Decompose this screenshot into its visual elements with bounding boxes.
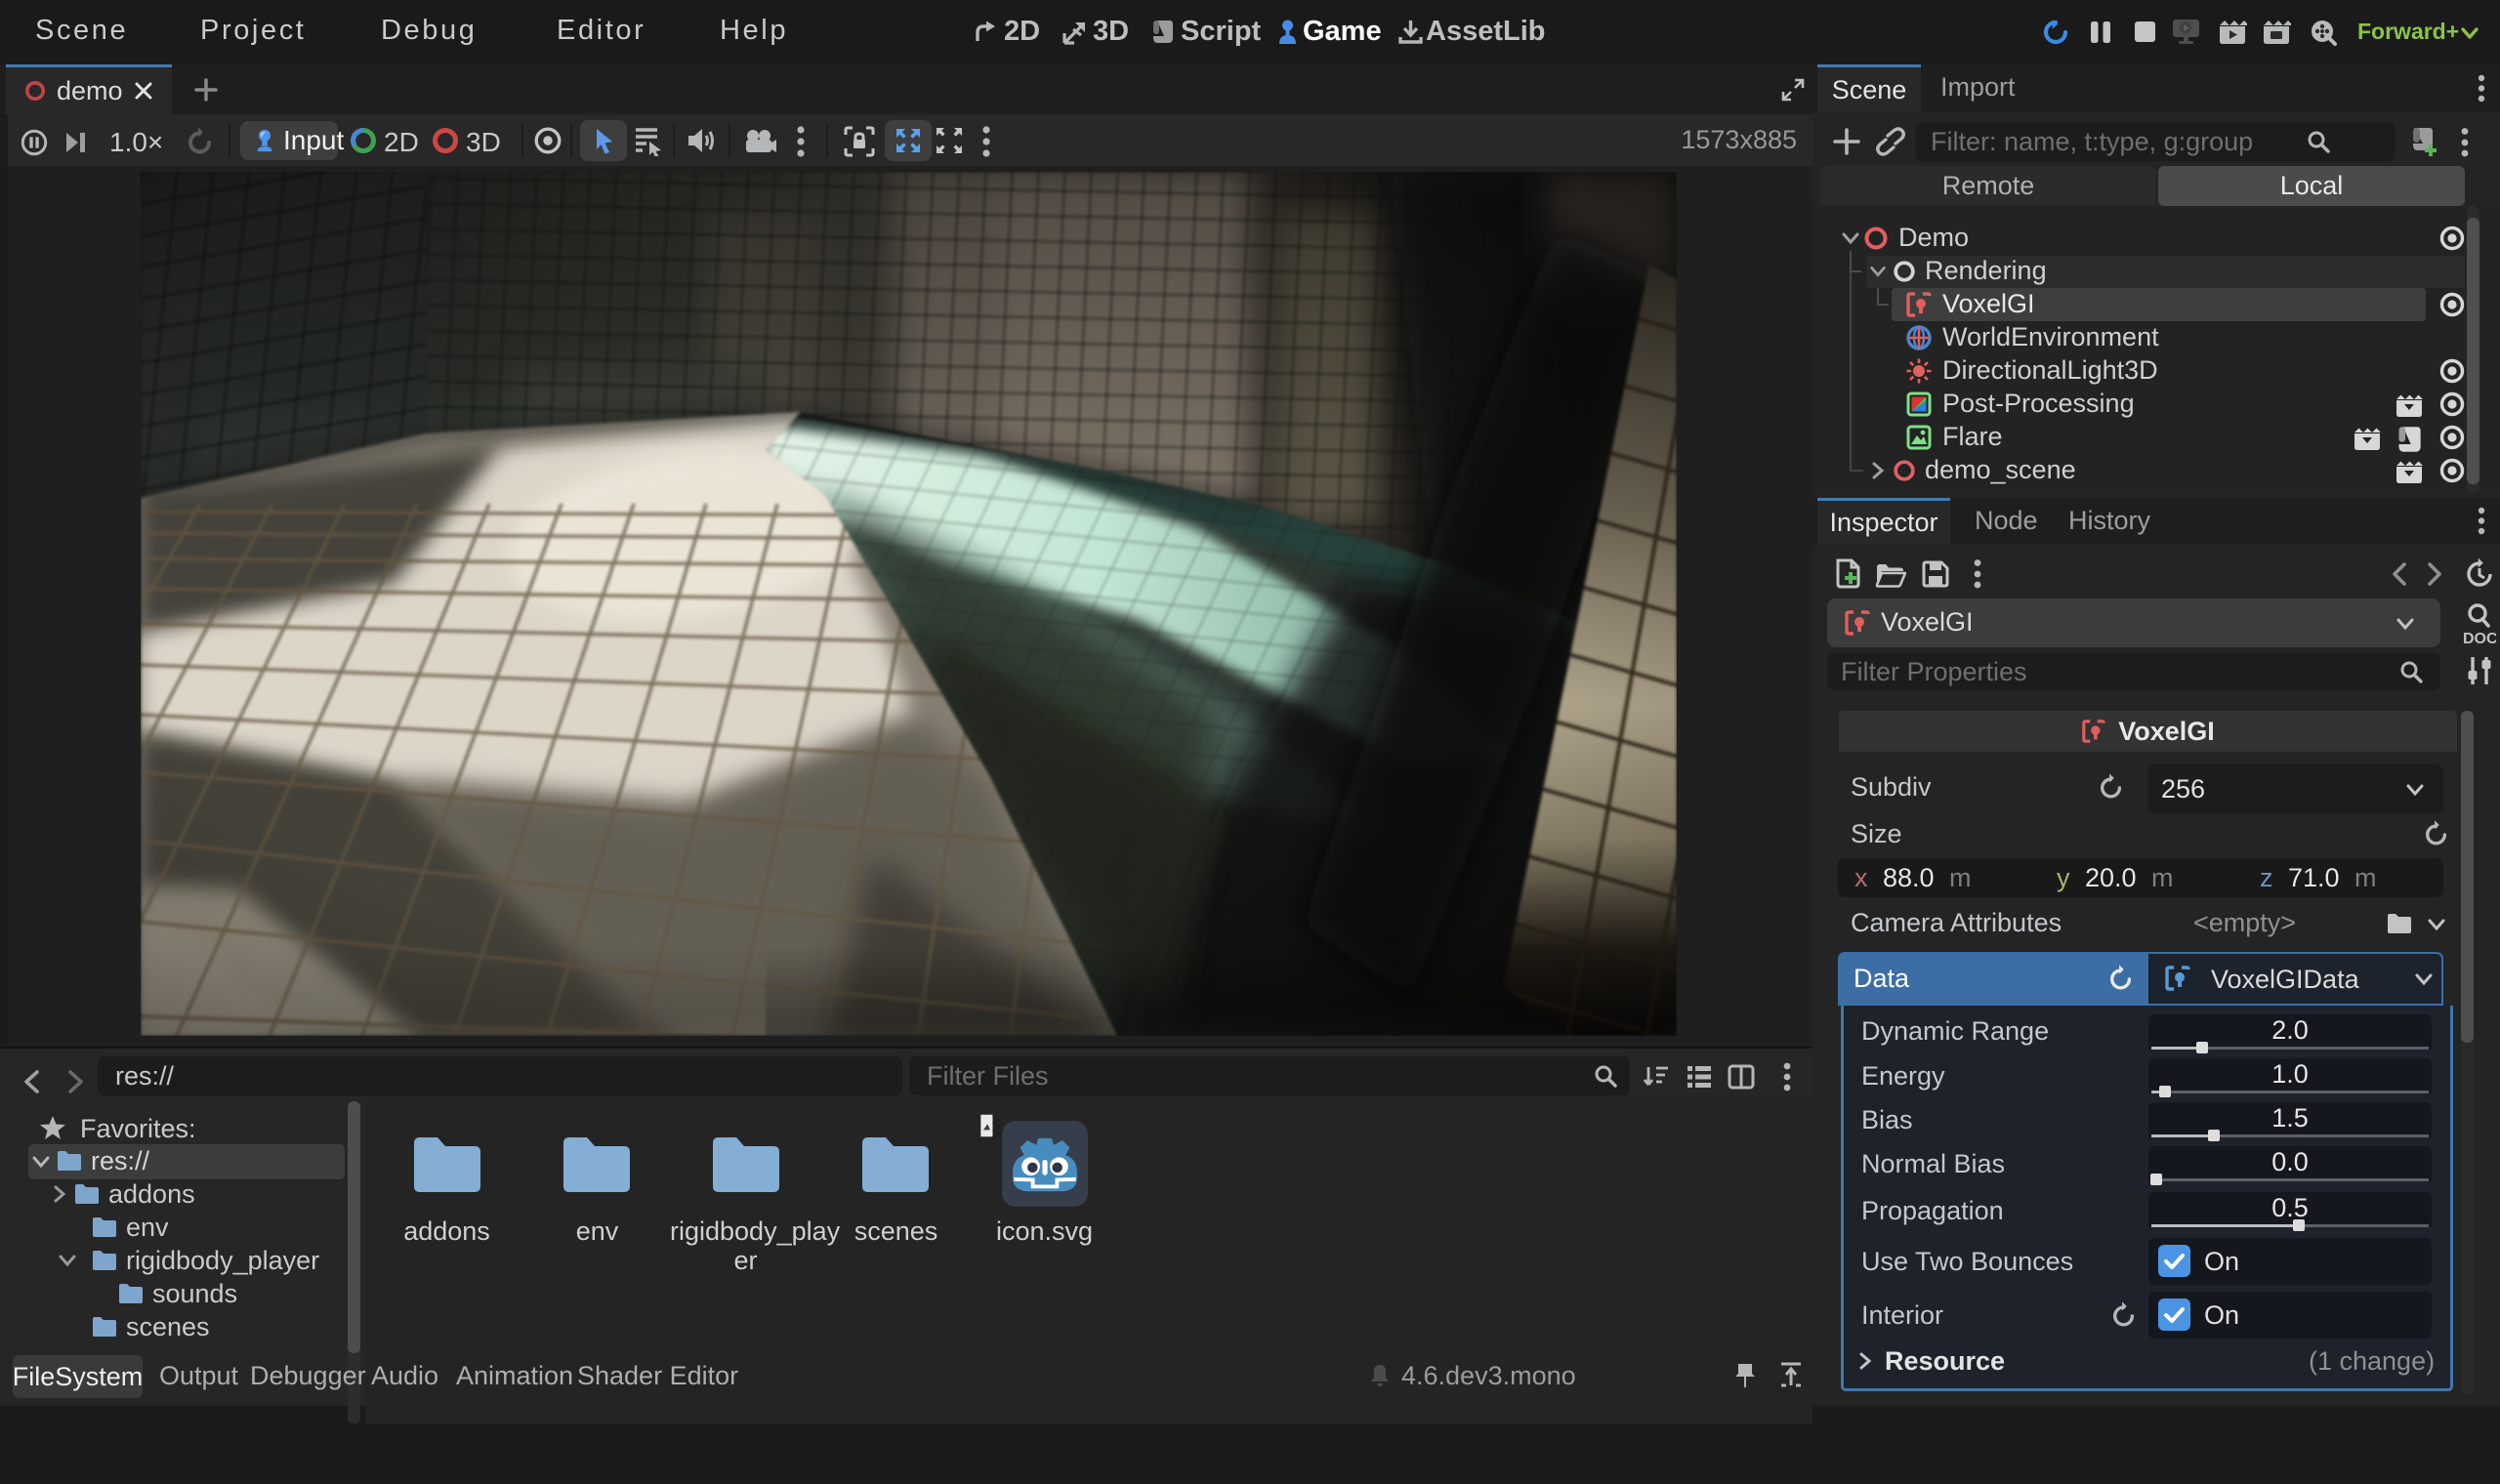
svg-text:DOC: DOC	[2463, 631, 2496, 647]
